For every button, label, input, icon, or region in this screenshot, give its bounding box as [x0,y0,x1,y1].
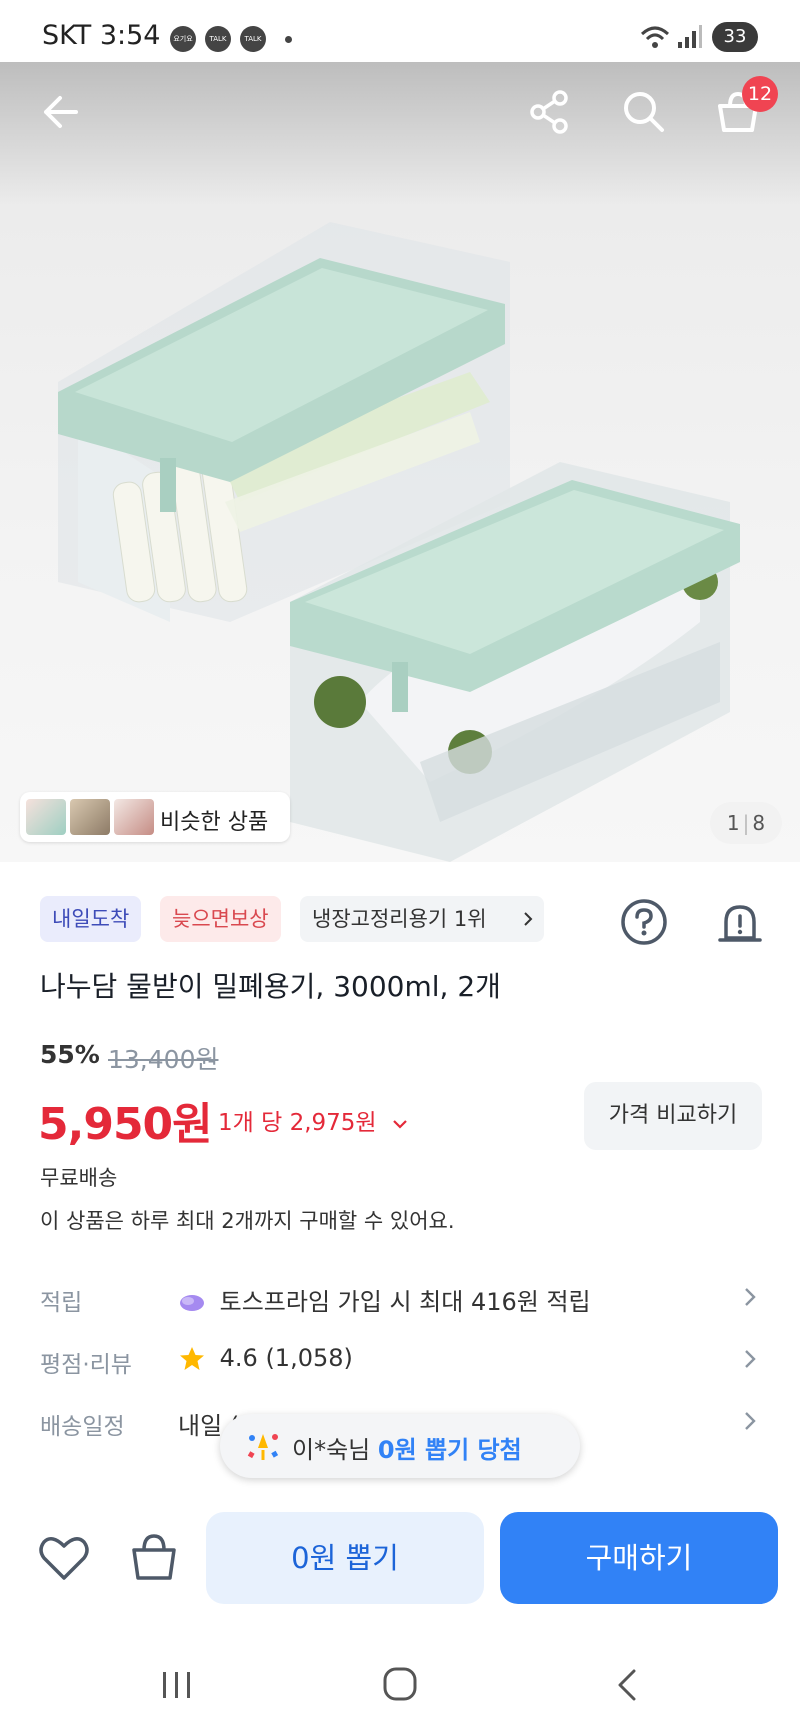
back-arrow-icon[interactable] [32,82,92,142]
winner-toast-text: 이*숙님 0원 뽑기 당첨 [292,1430,522,1465]
reward-row[interactable]: 토스프라임 가입 시 최대 416원 적립 [178,1282,591,1317]
image-page-indicator: 1 | 8 [710,802,782,844]
original-price: 13,400원 [108,1045,219,1074]
report-alarm-icon[interactable] [714,896,766,948]
rating-row[interactable]: 4.6 (1,058) [178,1344,353,1373]
chevron-right-icon [524,912,533,926]
reward-value: 토스프라임 가입 시 최대 416원 적립 [219,1288,591,1316]
signal-icon [678,25,702,48]
status-bar: SKT 3:54 요기요 TALK TALK 33 [0,0,800,62]
wifi-icon [640,26,670,48]
search-icon[interactable] [614,82,674,142]
similar-products-label: 비슷한 상품 [160,810,269,835]
winner-toast: 이*숙님 0원 뽑기 당첨 [220,1414,580,1478]
tag-next-day-delivery[interactable]: 내일도착 [40,896,142,942]
yogiyo-notification-icon: 요기요 [170,26,196,52]
battery-indicator: 33 [712,22,758,52]
delivery-chevron-icon [745,1412,756,1430]
tag-category-rank[interactable]: 냉장고정리용기 1위 [300,896,544,942]
recent-apps-icon[interactable] [160,1670,194,1700]
product-image-gallery[interactable]: 12 비슷한 상품 1 | 8 [0,62,800,862]
discount-rate: 55% [40,1040,100,1069]
heart-icon[interactable] [36,1532,92,1584]
rating-chevron-icon [745,1350,756,1368]
bottom-action-bar: 0원 뽑기 구매하기 [0,1490,800,1620]
back-nav-icon[interactable] [612,1668,642,1702]
kakaotalk-notification-icon-2: TALK [240,26,266,52]
reward-label: 적립 [40,1290,83,1316]
share-icon[interactable] [520,82,580,142]
toss-prime-icon [180,1295,204,1311]
more-notifications-dot [285,36,292,43]
shipping-info: 무료배송 [40,1166,118,1190]
kakaotalk-notification-icon: TALK [205,26,231,52]
sale-price: 5,950원 [38,1099,213,1150]
unit-price-label: 1개 당 2,975원 [218,1110,377,1136]
system-navigation-bar [0,1620,800,1733]
page-current: 1 [726,811,740,835]
similar-thumb-3 [114,799,154,835]
home-icon[interactable] [382,1666,418,1702]
page-total: 8 [752,811,766,835]
tag-category-rank-label: 냉장고정리용기 1위 [312,907,487,931]
tag-late-compensation[interactable]: 늦으면보상 [160,896,281,942]
star-icon [180,1347,204,1370]
add-to-cart-icon[interactable] [126,1530,182,1584]
price-compare-button[interactable]: 가격 비교하기 [584,1082,762,1150]
status-time: SKT 3:54 [42,20,161,51]
purchase-limit-notice: 이 상품은 하루 최대 2개까지 구매할 수 있어요. [40,1209,455,1233]
rating-label: 평점·리뷰 [40,1352,132,1378]
similar-thumb-1 [26,799,66,835]
similar-thumb-2 [70,799,110,835]
buy-button[interactable]: 구매하기 [500,1512,778,1604]
question-icon[interactable] [618,896,670,948]
rating-value: 4.6 (1,058) [219,1344,353,1372]
winner-toast-prefix: 이*숙님 [292,1436,378,1464]
unit-price-dropdown[interactable]: 1개 당 2,975원 [218,1103,408,1137]
cart-count-badge: 12 [742,76,778,112]
delivery-label: 배송일정 [40,1414,125,1440]
reward-chevron-icon [745,1288,756,1306]
confetti-icon [247,1434,279,1460]
product-photo [58,222,740,862]
winner-toast-highlight: 0원 뽑기 당첨 [377,1436,522,1464]
zero-won-draw-button[interactable]: 0원 뽑기 [206,1512,484,1604]
product-title: 나누담 물받이 밀폐용기, 3000ml, 2개 [40,970,501,1003]
chevron-down-icon [393,1119,407,1129]
similar-products-button[interactable]: 비슷한 상품 [20,792,290,842]
